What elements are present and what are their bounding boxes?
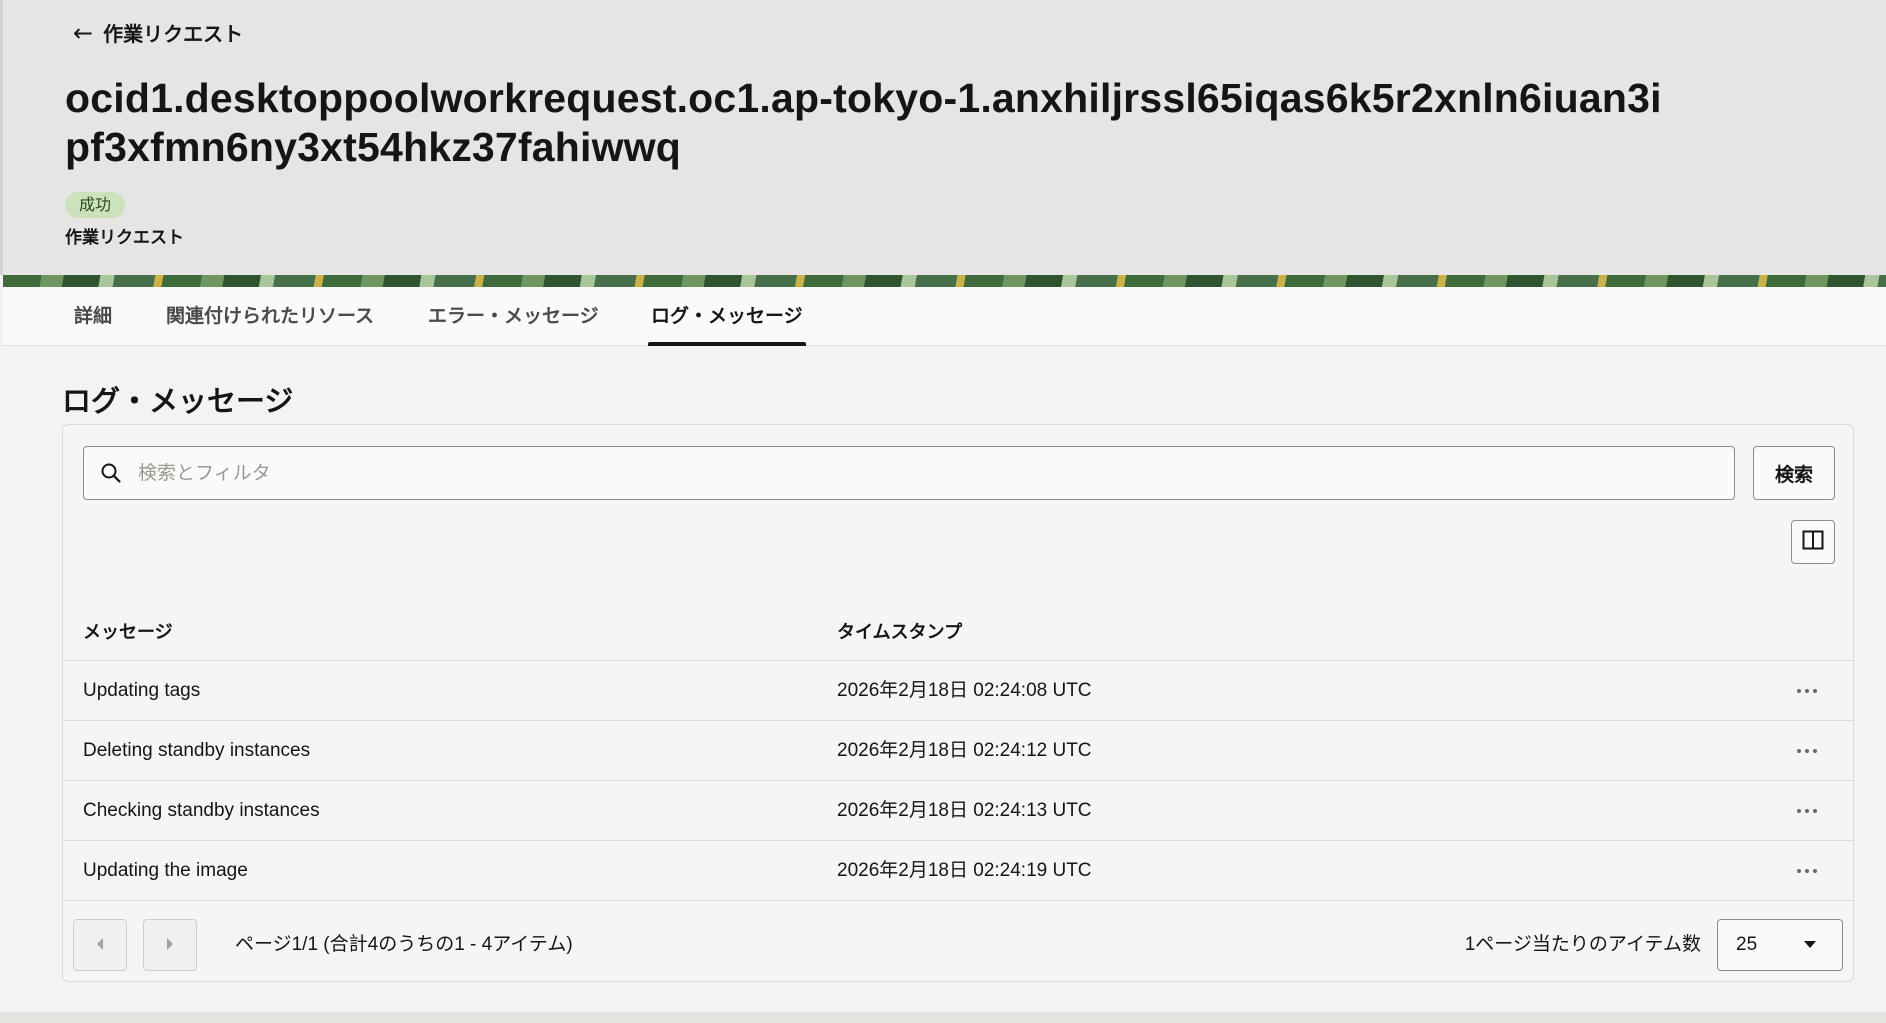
column-header-timestamp: タイムスタンプ	[837, 622, 963, 643]
page-title: ocid1.desktoppoolworkrequest.oc1.ap-toky…	[65, 75, 1662, 170]
more-horizontal-icon	[1797, 749, 1801, 753]
columns-icon	[1802, 530, 1824, 554]
message-cell: Updating tags	[83, 680, 201, 701]
log-messages-panel: 検索 メッセージ タイムスタンプ Updating tags 2026年2月18…	[62, 424, 1854, 982]
timestamp-cell: 2026年2月18日 02:24:19 UTC	[837, 860, 1092, 881]
decorative-banner-strip	[3, 275, 1886, 287]
search-input[interactable]	[138, 448, 1718, 498]
column-settings-button[interactable]	[1791, 520, 1835, 564]
back-link[interactable]: ← 作業リクエスト	[73, 18, 243, 47]
tab-error-messages[interactable]: エラー・メッセージ	[428, 287, 599, 346]
row-actions-button[interactable]	[1789, 739, 1825, 763]
search-button[interactable]: 検索	[1753, 446, 1835, 500]
more-horizontal-icon	[1813, 869, 1817, 873]
table-row: Checking standby instances 2026年2月18日 02…	[63, 781, 1853, 841]
message-cell: Checking standby instances	[83, 800, 320, 821]
timestamp-cell: 2026年2月18日 02:24:08 UTC	[837, 680, 1092, 701]
table-row: Updating tags 2026年2月18日 02:24:08 UTC	[63, 661, 1853, 721]
timestamp-cell: 2026年2月18日 02:24:13 UTC	[837, 800, 1092, 821]
more-horizontal-icon	[1805, 749, 1809, 753]
next-page-button[interactable]	[143, 919, 197, 971]
table-row: Updating the image 2026年2月18日 02:24:19 U…	[63, 841, 1853, 901]
table-header: メッセージ タイムスタンプ	[63, 605, 1853, 661]
more-horizontal-icon	[1797, 869, 1801, 873]
more-horizontal-icon	[1813, 809, 1817, 813]
message-cell: Deleting standby instances	[83, 740, 311, 761]
page-info: ページ1/1 (合計4のうちの1 - 4アイテム)	[235, 934, 573, 955]
back-link-label: 作業リクエスト	[103, 22, 244, 46]
chevron-left-icon	[95, 936, 105, 955]
tab-bar: 詳細 関連付けられたリソース エラー・メッセージ ログ・メッセージ	[3, 287, 1886, 346]
more-horizontal-icon	[1797, 809, 1801, 813]
more-horizontal-icon	[1805, 809, 1809, 813]
row-actions-button[interactable]	[1789, 859, 1825, 883]
items-per-page-label: 1ページ当たりのアイテム数	[1464, 934, 1701, 955]
previous-page-button[interactable]	[73, 919, 127, 971]
message-cell: Updating the image	[83, 860, 248, 881]
resource-type-label: 作業リクエスト	[65, 228, 184, 248]
items-per-page-value: 25	[1736, 934, 1758, 955]
row-actions-button[interactable]	[1789, 799, 1825, 823]
more-horizontal-icon	[1813, 689, 1817, 693]
tab-associated-resources[interactable]: 関連付けられたリソース	[166, 287, 374, 346]
column-header-message: メッセージ	[83, 622, 173, 643]
search-icon	[100, 462, 122, 484]
timestamp-cell: 2026年2月18日 02:24:12 UTC	[837, 740, 1092, 761]
more-horizontal-icon	[1805, 689, 1809, 693]
page-footer-strip	[0, 1012, 1886, 1023]
tab-details[interactable]: 詳細	[74, 287, 112, 346]
more-horizontal-icon	[1813, 749, 1817, 753]
arrow-left-icon: ←	[73, 18, 94, 47]
more-horizontal-icon	[1797, 689, 1801, 693]
search-box	[83, 446, 1735, 500]
more-horizontal-icon	[1805, 869, 1809, 873]
caret-down-icon	[1804, 941, 1816, 948]
table-row: Deleting standby instances 2026年2月18日 02…	[63, 721, 1853, 781]
chevron-right-icon	[165, 936, 175, 955]
section-title: ログ・メッセージ	[62, 384, 294, 418]
row-actions-button[interactable]	[1789, 679, 1825, 703]
tab-log-messages[interactable]: ログ・メッセージ	[648, 287, 806, 346]
items-per-page-select[interactable]: 25	[1717, 919, 1843, 971]
status-badge: 成功	[65, 192, 126, 218]
page-header: ← 作業リクエスト ocid1.desktoppoolworkrequest.o…	[0, 0, 1886, 275]
